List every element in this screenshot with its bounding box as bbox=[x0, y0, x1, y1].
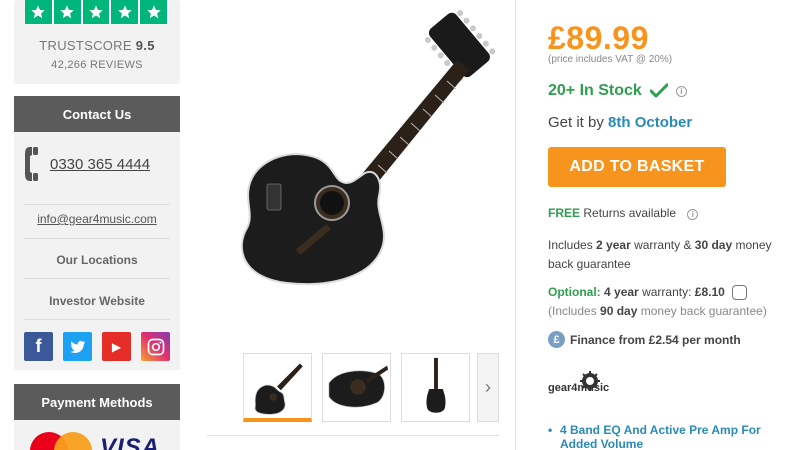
social-links: f ▶ bbox=[24, 332, 170, 361]
optional-note-days: 90 day bbox=[600, 304, 638, 318]
optional-note-post: money back guarantee) bbox=[640, 304, 767, 318]
star-icon bbox=[25, 0, 54, 24]
stock-status: 20+ In Stock i bbox=[548, 82, 687, 100]
divider bbox=[24, 278, 170, 279]
phone-row[interactable]: 0330 365 4444 bbox=[14, 132, 180, 196]
bullet-icon: • bbox=[548, 423, 553, 437]
gear4music-logo: gear4music bbox=[548, 371, 609, 394]
instagram-icon[interactable] bbox=[141, 332, 170, 361]
returns-info: FREE Returns available i bbox=[548, 206, 699, 220]
finance-text: Finance from £2.54 per month bbox=[570, 332, 741, 347]
our-locations-link[interactable]: Our Locations bbox=[14, 253, 180, 267]
stock-text: 20+ In Stock bbox=[548, 82, 642, 99]
phone-number[interactable]: 0330 365 4444 bbox=[50, 156, 150, 173]
optional-label: Optional: bbox=[548, 285, 601, 299]
warranty-years: 2 year bbox=[596, 238, 631, 252]
optional-price: £8.10 bbox=[694, 285, 725, 299]
guitar-main-image[interactable] bbox=[207, 8, 507, 288]
thumbnail-side-view[interactable] bbox=[401, 353, 470, 422]
info-icon[interactable]: i bbox=[687, 209, 699, 220]
phone-icon bbox=[25, 147, 38, 181]
visa-icon: VISA bbox=[100, 434, 161, 450]
product-gallery: › bbox=[195, 0, 515, 450]
check-icon bbox=[649, 83, 668, 98]
optional-warranty-note: (Includes 90 day money back guarantee) bbox=[548, 304, 767, 318]
pound-icon: £ bbox=[548, 331, 565, 348]
divider bbox=[207, 435, 499, 436]
warranty-days: 30 day bbox=[694, 238, 733, 252]
trustscore-label: TRUSTSCORE bbox=[39, 38, 132, 53]
star-icon bbox=[53, 0, 83, 24]
delivery-date: 8th October bbox=[608, 114, 693, 131]
thumbnail-front[interactable] bbox=[243, 353, 312, 422]
optional-warranty-checkbox[interactable] bbox=[732, 285, 748, 301]
optional-warranty: Optional: 4 year warranty: £8.10 bbox=[548, 285, 748, 301]
optional-mid: warranty: bbox=[642, 285, 692, 299]
column-divider bbox=[515, 0, 516, 450]
optional-note-pre: (Includes bbox=[548, 304, 597, 318]
sidebar: TRUSTSCORE 9.5 42,266 REVIEWS Contact Us… bbox=[14, 0, 180, 450]
youtube-icon[interactable]: ▶ bbox=[102, 332, 131, 361]
returns-text: Returns available bbox=[583, 206, 677, 220]
divider bbox=[24, 238, 170, 239]
trustpilot-stars bbox=[25, 0, 169, 24]
star-icon bbox=[140, 0, 169, 24]
next-thumbnail-button[interactable]: › bbox=[477, 353, 499, 422]
product-price: £89.99 bbox=[548, 20, 649, 56]
facebook-icon[interactable]: f bbox=[24, 332, 53, 361]
play-glyph: ▶ bbox=[111, 339, 122, 354]
finance-option[interactable]: £ Finance from £2.54 per month bbox=[548, 331, 741, 348]
investor-website-link[interactable]: Investor Website bbox=[14, 294, 180, 308]
divider bbox=[24, 319, 170, 320]
purchase-panel: £89.99 (price includes VAT @ 20%) 20+ In… bbox=[548, 0, 800, 450]
star-icon bbox=[82, 0, 112, 24]
contact-panel: 0330 365 4444 info@gear4music.com Our Lo… bbox=[14, 132, 180, 370]
logo-text: gear4music bbox=[548, 382, 609, 394]
twitter-icon[interactable] bbox=[63, 332, 92, 361]
divider bbox=[24, 204, 170, 205]
email-link[interactable]: info@gear4music.com bbox=[14, 212, 180, 226]
trustscore: TRUSTSCORE 9.5 bbox=[14, 38, 180, 53]
trustpilot-widget[interactable]: TRUSTSCORE 9.5 42,266 REVIEWS bbox=[14, 0, 180, 84]
warranty-mid: warranty & bbox=[634, 238, 692, 252]
payment-methods-panel: VISA bbox=[14, 420, 180, 450]
feature-text: 4 Band EQ And Active Pre Amp For Added V… bbox=[560, 423, 761, 450]
warranty-pre: Includes bbox=[548, 238, 593, 252]
contact-heading: Contact Us bbox=[14, 96, 180, 132]
delivery-prefix: Get it by bbox=[548, 114, 604, 131]
warranty-info: Includes 2 year warranty & 30 day money … bbox=[548, 236, 788, 274]
free-label: FREE bbox=[548, 206, 581, 220]
thumbnail-body-detail[interactable] bbox=[322, 353, 391, 422]
optional-years: 4 year bbox=[604, 285, 639, 299]
star-icon bbox=[111, 0, 141, 24]
vat-note: (price includes VAT @ 20%) bbox=[548, 54, 673, 65]
feature-list-item: • 4 Band EQ And Active Pre Amp For Added… bbox=[548, 423, 785, 450]
trustscore-value: 9.5 bbox=[135, 38, 155, 53]
payment-methods-heading: Payment Methods bbox=[14, 384, 180, 420]
info-icon[interactable]: i bbox=[675, 85, 687, 97]
delivery-estimate: Get it by 8th October bbox=[548, 114, 692, 131]
review-count: 42,266 REVIEWS bbox=[51, 59, 143, 71]
add-to-basket-button[interactable]: ADD TO BASKET bbox=[548, 147, 726, 187]
